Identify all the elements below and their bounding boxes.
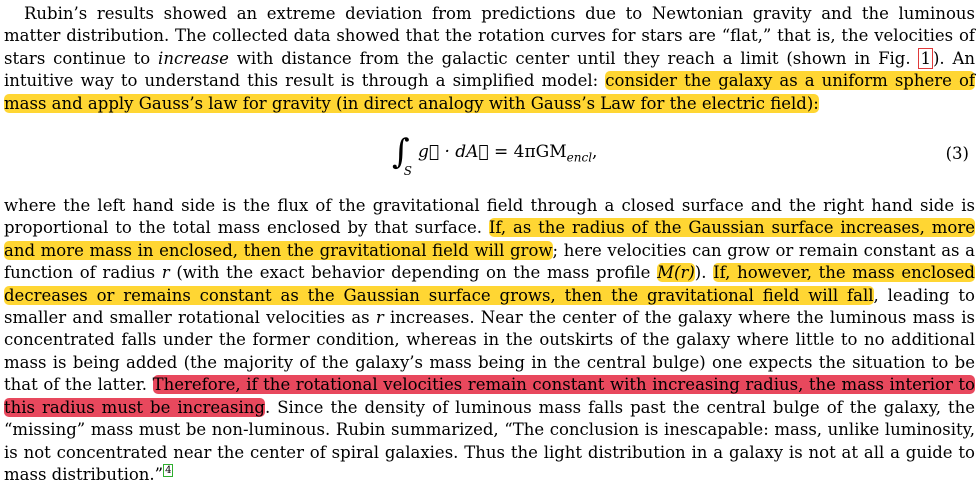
emphasis: increase [158,48,229,68]
text: (with the exact behavior depending on th… [169,263,658,283]
equation-block: ∫Sg⃗ · dA⃗ = 4πGMencl, (3) [4,119,975,189]
paragraph-1: Rubin’s results showed an extreme deviat… [4,3,976,115]
text: ). [694,263,714,283]
equation-equals: = 4πGM [488,142,567,163]
equation-lhs: g⃗ · dA⃗ [417,142,489,163]
document-page: Rubin’s results showed an extreme deviat… [0,0,979,484]
equation: ∫Sg⃗ · dA⃗ = 4πGMencl, [392,135,598,178]
variable-r: r [161,263,170,283]
equation-number: (3) [945,144,969,164]
variable-r: r [375,308,384,328]
equation-subscript: encl [566,150,593,165]
figure-reference-link[interactable]: 1 [918,47,933,69]
paragraph-2: where the left hand side is the flux of … [4,195,975,486]
equation-end: , [592,142,598,163]
citation-link[interactable]: 4 [163,464,174,478]
text: with distance from the galactic center u… [228,48,919,68]
integral-subscript: S [403,164,412,179]
highlight-mass-profile: M(r) [657,263,695,283]
